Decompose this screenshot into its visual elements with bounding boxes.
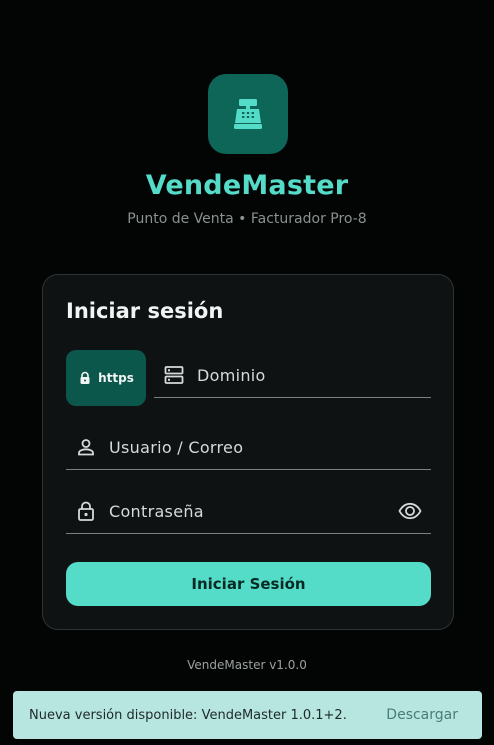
protocol-label: https — [98, 371, 134, 385]
app-logo — [208, 74, 288, 154]
user-input[interactable] — [109, 425, 431, 469]
password-field[interactable] — [66, 489, 431, 534]
server-icon — [163, 364, 185, 386]
download-button[interactable]: Descargar — [386, 707, 458, 723]
protocol-selector[interactable]: https — [66, 350, 146, 406]
login-screen: VendeMaster Punto de Venta • Facturador … — [0, 0, 494, 745]
person-icon — [75, 436, 97, 458]
update-snackbar: Nueva versión disponible: VendeMaster 1.… — [13, 691, 482, 739]
snackbar-message: Nueva versión disponible: VendeMaster 1.… — [29, 707, 347, 723]
lock-icon — [80, 371, 90, 384]
user-field[interactable] — [66, 425, 431, 470]
login-card: Iniciar sesión https Dominio Usuario / C… — [42, 274, 454, 630]
domain-input[interactable] — [197, 353, 431, 397]
password-input[interactable] — [109, 489, 397, 533]
login-title: Iniciar sesión — [66, 299, 224, 323]
visibility-eye-icon[interactable] — [397, 498, 423, 524]
lock-icon — [75, 500, 97, 522]
app-title: VendeMaster — [145, 170, 349, 201]
cash-register-icon — [234, 99, 262, 129]
domain-field[interactable] — [154, 353, 431, 398]
app-subtitle: Punto de Venta • Facturador Pro-8 — [127, 211, 367, 227]
login-button[interactable]: Iniciar Sesión — [66, 562, 431, 606]
version-label: VendeMaster v1.0.0 — [187, 658, 307, 672]
